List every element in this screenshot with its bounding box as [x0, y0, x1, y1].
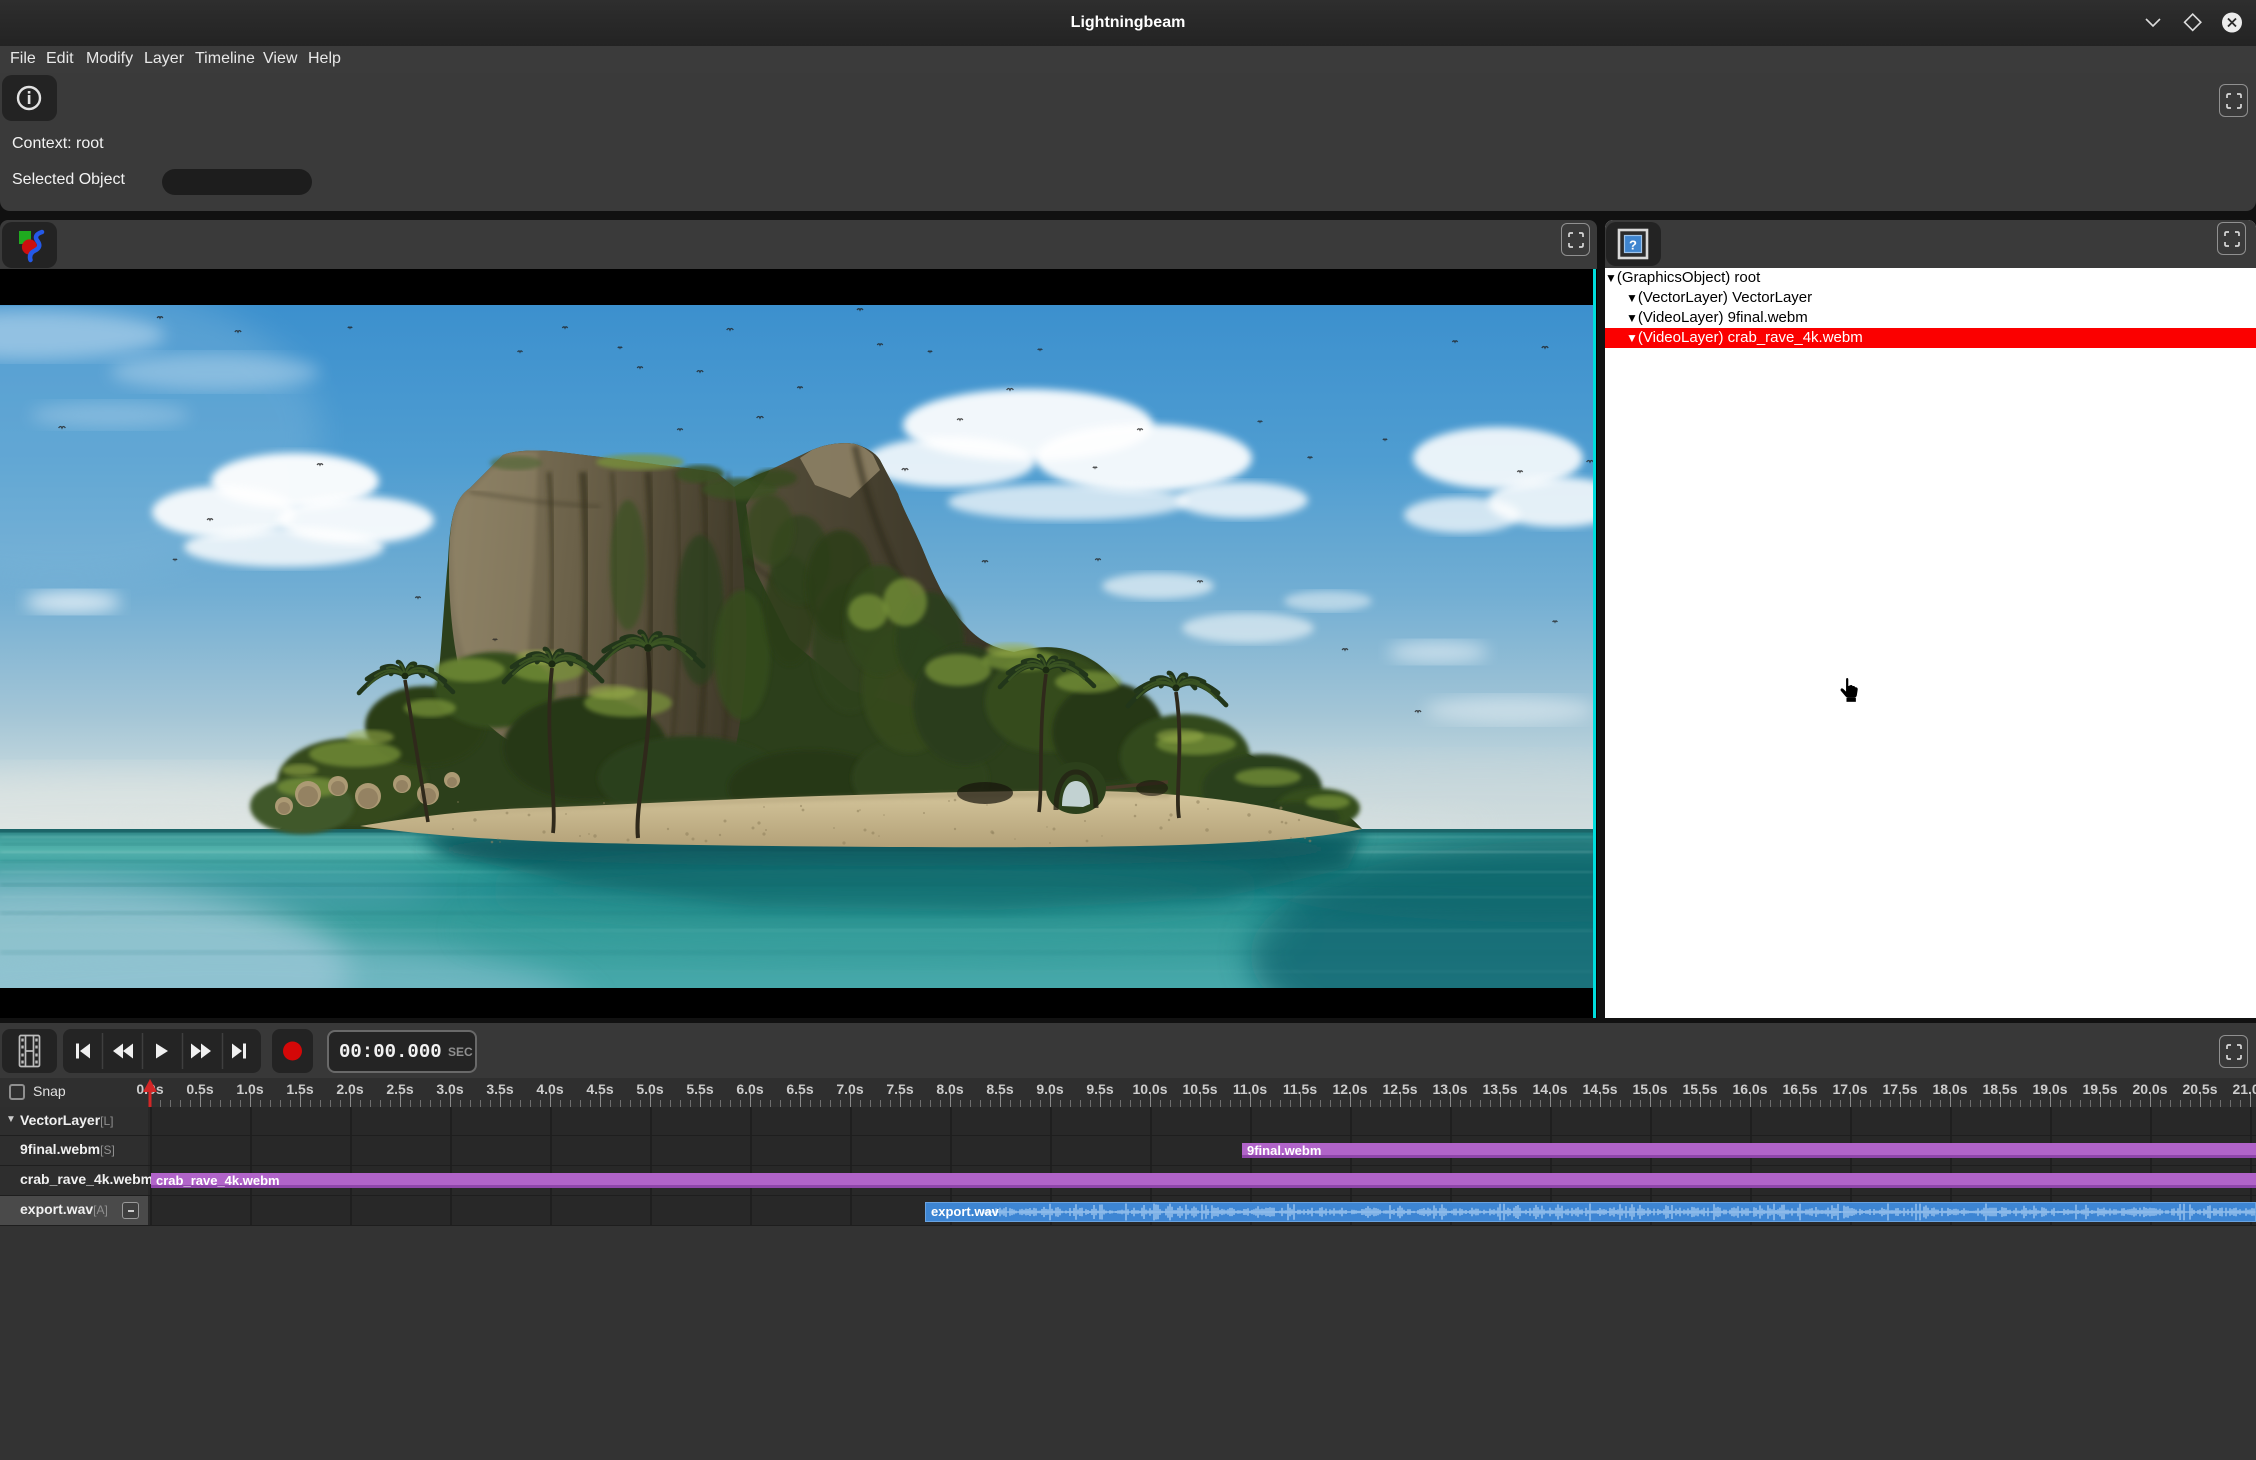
svg-text:?: ?	[1629, 238, 1637, 253]
